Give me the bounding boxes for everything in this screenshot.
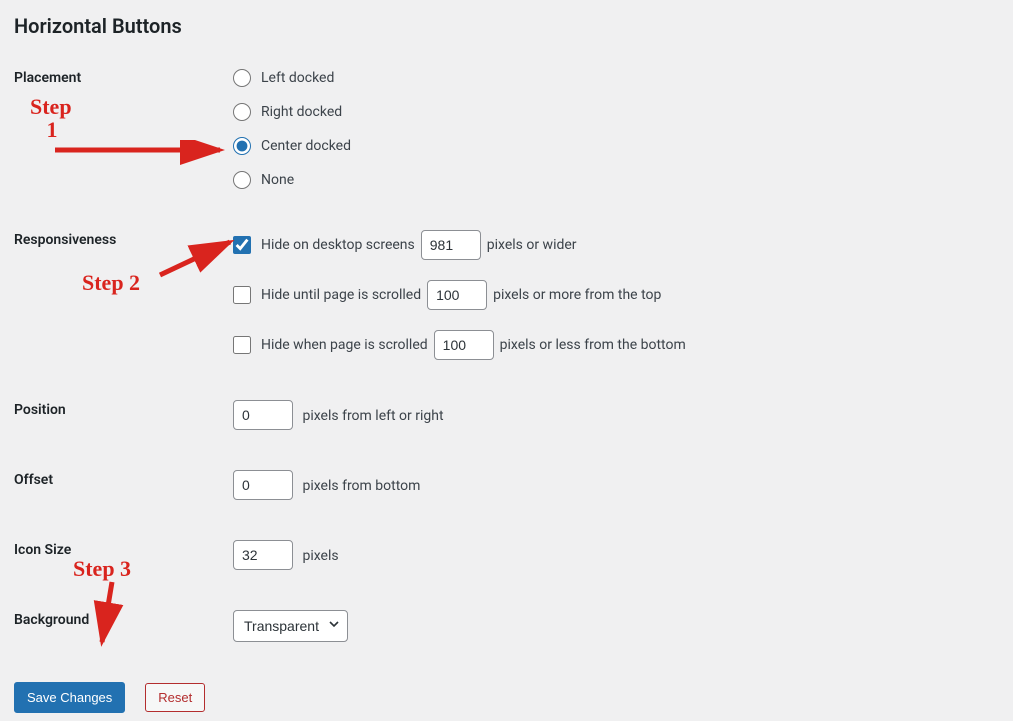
placement-option-left[interactable]: Left docked	[233, 68, 1013, 88]
placement-control: Left docked Right docked Center docked N…	[233, 68, 1013, 190]
hide-desktop-after: pixels or wider	[487, 237, 577, 253]
background-row: Background Transparent	[14, 610, 1013, 642]
responsiveness-label: Responsiveness	[14, 230, 233, 248]
hide-until-scroll-after: pixels or more from the top	[493, 287, 661, 303]
hide-desktop-before: Hide on desktop screens	[261, 237, 415, 253]
icon-size-input[interactable]	[233, 540, 293, 570]
position-input[interactable]	[233, 400, 293, 430]
hide-until-scroll-checkbox[interactable]	[233, 286, 251, 304]
placement-text-left: Left docked	[261, 70, 334, 86]
placement-option-right[interactable]: Right docked	[233, 102, 1013, 122]
background-select[interactable]: Transparent	[233, 610, 348, 642]
icon-size-row: Icon Size pixels	[14, 540, 1013, 570]
placement-radio-center[interactable]	[233, 137, 251, 155]
placement-option-none[interactable]: None	[233, 170, 1013, 190]
offset-suffix: pixels from bottom	[302, 478, 420, 494]
background-control: Transparent	[233, 610, 1013, 642]
placement-radio-left[interactable]	[233, 69, 251, 87]
section-title: Horizontal Buttons	[14, 14, 1013, 38]
placement-row: Placement Left docked Right docked Cente…	[14, 68, 1013, 190]
offset-input[interactable]	[233, 470, 293, 500]
hide-until-scroll-before: Hide until page is scrolled	[261, 287, 421, 303]
hide-desktop-input[interactable]	[421, 230, 481, 260]
offset-row: Offset pixels from bottom	[14, 470, 1013, 500]
hide-when-bottom-checkbox[interactable]	[233, 336, 251, 354]
placement-text-center: Center docked	[261, 138, 351, 154]
responsiveness-row: Responsiveness Hide on desktop screens p…	[14, 230, 1013, 360]
hide-desktop-row: Hide on desktop screens pixels or wider	[233, 230, 1013, 260]
save-button[interactable]: Save Changes	[14, 682, 125, 713]
offset-control: pixels from bottom	[233, 470, 1013, 500]
hide-until-scroll-input[interactable]	[427, 280, 487, 310]
settings-form: Placement Left docked Right docked Cente…	[14, 68, 1013, 713]
hide-desktop-checkbox[interactable]	[233, 236, 251, 254]
icon-size-control: pixels	[233, 540, 1013, 570]
placement-text-none: None	[261, 172, 294, 188]
offset-label: Offset	[14, 470, 233, 488]
placement-radio-none[interactable]	[233, 171, 251, 189]
placement-label: Placement	[14, 68, 233, 86]
icon-size-suffix: pixels	[302, 548, 338, 564]
hide-when-bottom-after: pixels or less from the bottom	[500, 337, 686, 353]
reset-button[interactable]: Reset	[145, 683, 205, 712]
hide-when-bottom-row: Hide when page is scrolled pixels or les…	[233, 330, 1013, 360]
placement-option-center[interactable]: Center docked	[233, 136, 1013, 156]
position-control: pixels from left or right	[233, 400, 1013, 430]
placement-radio-right[interactable]	[233, 103, 251, 121]
icon-size-label: Icon Size	[14, 540, 233, 558]
position-label: Position	[14, 400, 233, 418]
responsiveness-control: Hide on desktop screens pixels or wider …	[233, 230, 1013, 360]
placement-text-right: Right docked	[261, 104, 342, 120]
hide-until-scroll-row: Hide until page is scrolled pixels or mo…	[233, 280, 1013, 310]
hide-when-bottom-input[interactable]	[434, 330, 494, 360]
hide-when-bottom-before: Hide when page is scrolled	[261, 337, 428, 353]
position-suffix: pixels from left or right	[302, 408, 443, 424]
action-buttons: Save Changes Reset	[14, 682, 1013, 713]
position-row: Position pixels from left or right	[14, 400, 1013, 430]
background-label: Background	[14, 610, 233, 628]
